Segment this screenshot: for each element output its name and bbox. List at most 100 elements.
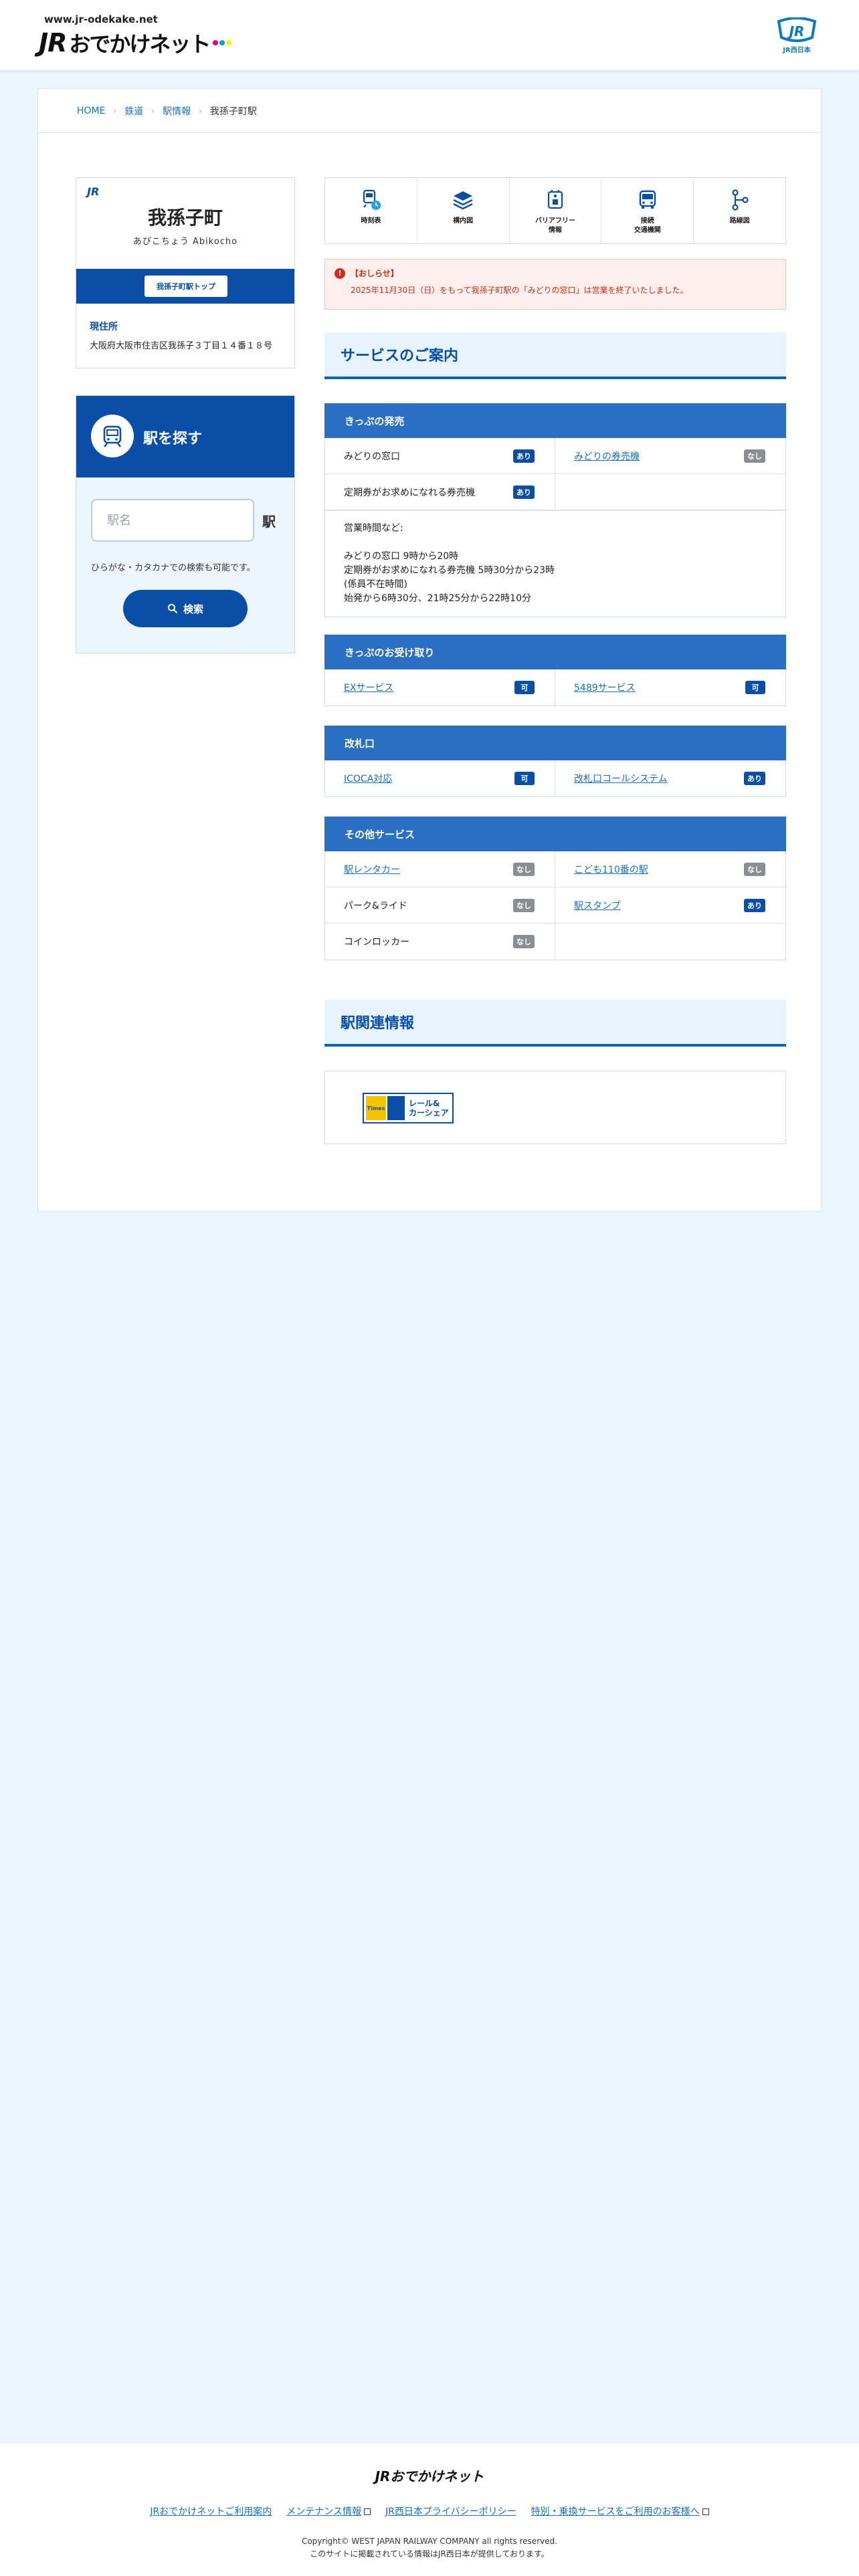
service-block-ticket-gate: 改札口 ICOCA対応 可 改札口コールシステム あり — [324, 726, 786, 797]
logo-jr-text: JR — [39, 28, 67, 58]
service-cell: みどりの券売機 なし — [555, 438, 785, 473]
service-link[interactable]: 駅レンタカー — [344, 863, 400, 876]
notice-body: 2025年11月30日（日）をもって我孫子町駅の「みどりの窓口」は営業を終了いた… — [351, 286, 688, 295]
provider-notice: このサイトに掲載されている情報はJR西日本が提供しております。 — [310, 2549, 549, 2559]
quicknav-barrier-free[interactable]: バリアフリー 情報 — [510, 178, 602, 243]
station-top-band: 我孫子町駅トップ — [76, 269, 294, 304]
chevron-right-icon: › — [151, 106, 155, 116]
service-label: みどりの窓口 — [344, 451, 400, 462]
station-suffix-label: 駅 — [262, 514, 276, 530]
quicknav-label: 構内図 — [453, 217, 474, 225]
site-footer: JRおでかけネット JRおでかけネットご利用案内 メンテナンス情報 JR西日本プ… — [0, 2442, 859, 2576]
address-label: 現住所 — [90, 322, 118, 332]
station-name-input[interactable] — [91, 499, 254, 542]
notice-title: 【おしらせ】 — [351, 269, 399, 278]
breadcrumb: HOME › 鉄道 › 駅情報 › 我孫子町駅 — [38, 89, 821, 133]
station-search-header: 駅を探す — [76, 396, 294, 477]
status-badge: なし — [744, 449, 765, 463]
service-block-title: きっぷのお受け取り — [324, 635, 786, 669]
service-block-other: その他サービス 駅レンタカー なし こども110番の駅 なし パーク&ライド な… — [324, 817, 786, 960]
copyright-text: Copyright© WEST JAPAN RAILWAY COMPANY al… — [301, 2537, 558, 2546]
service-label: 定期券がお求めになれる券売機 — [344, 487, 475, 498]
status-badge: あり — [513, 449, 535, 463]
footer-copyright: Copyright© WEST JAPAN RAILWAY COMPANY al… — [0, 2535, 859, 2561]
station-top-button[interactable]: 我孫子町駅トップ — [145, 276, 227, 297]
route-map-icon — [731, 189, 749, 211]
logo-kana-text: おでかけネット — [69, 31, 211, 57]
station-card: JR 我孫子町 あびこちょう Abikocho 我孫子町駅トップ 現住所 大阪府… — [76, 177, 295, 368]
site-logo[interactable]: JR おでかけネット — [39, 27, 232, 59]
service-row: みどりの窓口 あり みどりの券売機 なし — [325, 438, 785, 474]
layers-icon — [453, 191, 473, 210]
related-heading: 駅関連情報 — [324, 1000, 786, 1047]
station-reading: あびこちょう Abikocho — [132, 237, 238, 247]
quicknav-label: 接続 交通機関 — [634, 217, 661, 234]
breadcrumb-home[interactable]: HOME — [77, 106, 105, 116]
svg-text:JR: JR — [787, 23, 805, 39]
service-cell-empty — [555, 474, 785, 510]
status-badge: 可 — [745, 681, 765, 694]
service-cell: パーク&ライド なし — [325, 887, 555, 923]
breadcrumb-railway[interactable]: 鉄道 — [124, 104, 143, 118]
service-row: パーク&ライド なし 駅スタンプ あり — [325, 887, 785, 924]
bus-icon — [639, 190, 656, 209]
footer-links: JRおでかけネットご利用案内 メンテナンス情報 JR西日本プライバシーポリシー … — [0, 2504, 859, 2518]
quicknav-timetable[interactable]: 時刻表 — [325, 178, 417, 243]
service-link[interactable]: こども110番の駅 — [574, 863, 648, 876]
quicknav-label: 時刻表 — [361, 217, 381, 225]
quicknav-route-map[interactable]: 路線図 — [694, 178, 785, 243]
footer-logo[interactable]: JRおでかけネット — [0, 2466, 859, 2485]
service-row: 定期券がお求めになれる券売機 あり — [325, 474, 785, 510]
service-hours-note: 営業時間など: みどりの窓口 9時から20時 定期券がお求めになれる券売機 5時… — [325, 510, 785, 617]
service-grid: EXサービス 可 5489サービス 可 — [324, 669, 786, 706]
service-row: コインロッカー なし — [325, 924, 785, 960]
rail-car-share-banner[interactable]: Times レール& カーシェア — [363, 1093, 454, 1123]
footer-link-wrap: メンテナンス情報 — [286, 2504, 371, 2518]
status-badge: 可 — [514, 772, 535, 785]
quicknav-label: 路線図 — [729, 217, 750, 225]
service-link[interactable]: EXサービス — [344, 681, 393, 694]
site-header: www.jr-odekake.net JR おでかけネット JR JR西日本 — [0, 0, 859, 71]
external-link-icon — [702, 2508, 709, 2515]
footer-link-special-service[interactable]: 特別・乗換サービスをご利用のお客様へ — [531, 2506, 700, 2517]
station-search-card: 駅を探す 駅 ひらがな・カタカナでの検索も可能です。 検索 — [76, 395, 295, 653]
service-block-ticket-sales: きっぷの発売 みどりの窓口 あり みどりの券売機 なし 定期券がお求めになれる券… — [324, 403, 786, 617]
times-logo-icon: Times — [366, 1096, 386, 1120]
service-cell: 駅スタンプ あり — [555, 887, 785, 923]
chevron-right-icon: › — [199, 106, 202, 116]
service-link[interactable]: ICOCA対応 — [344, 772, 392, 785]
service-link[interactable]: みどりの券売機 — [574, 449, 640, 463]
search-icon — [167, 604, 178, 614]
service-label: パーク&ライド — [344, 900, 407, 911]
status-badge: あり — [744, 898, 765, 912]
service-block-title: その他サービス — [324, 817, 786, 851]
footer-link-usage-guide[interactable]: JRおでかけネットご利用案内 — [150, 2504, 272, 2518]
notice-box: ! 【おしらせ】 2025年11月30日（日）をもって我孫子町駅の「みどりの窓口… — [324, 259, 786, 310]
service-link[interactable]: 駅スタンプ — [574, 899, 621, 912]
service-block-title: 改札口 — [324, 726, 786, 760]
service-row: ICOCA対応 可 改札口コールシステム あり — [325, 760, 785, 796]
service-link[interactable]: 改札口コールシステム — [574, 772, 668, 785]
footer-link-privacy[interactable]: JR西日本プライバシーポリシー — [385, 2504, 516, 2518]
search-button-label: 検索 — [183, 603, 203, 615]
service-block-ticket-pickup: きっぷのお受け取り EXサービス 可 5489サービス 可 — [324, 635, 786, 706]
service-cell: 5489サービス 可 — [555, 669, 785, 706]
main-panel: HOME › 鉄道 › 駅情報 › 我孫子町駅 JR 我孫子町 あびこちょう A… — [37, 88, 822, 1212]
quicknav-connections[interactable]: 接続 交通機関 — [601, 178, 694, 243]
train-icon — [91, 415, 134, 457]
chevron-right-icon: › — [113, 106, 117, 116]
service-grid: 駅レンタカー なし こども110番の駅 なし パーク&ライド なし 駅スタンプ … — [324, 851, 786, 960]
station-name: 我孫子町 — [147, 207, 223, 229]
jr-west-logo[interactable]: JR JR西日本 — [773, 17, 820, 55]
alert-icon: ! — [335, 267, 345, 279]
quicknav-floor-map[interactable]: 構内図 — [417, 178, 510, 243]
search-button[interactable]: 検索 — [123, 590, 248, 627]
service-row: 駅レンタカー なし こども110番の駅 なし — [325, 851, 785, 887]
related-info-box: Times レール& カーシェア — [324, 1071, 786, 1144]
footer-link-maintenance[interactable]: メンテナンス情報 — [286, 2506, 361, 2517]
service-row: EXサービス 可 5489サービス 可 — [325, 669, 785, 706]
jr-west-icon: JR JR西日本 — [777, 17, 817, 54]
breadcrumb-station-info[interactable]: 駅情報 — [163, 104, 191, 118]
status-badge: あり — [513, 485, 535, 499]
service-link[interactable]: 5489サービス — [574, 681, 636, 694]
